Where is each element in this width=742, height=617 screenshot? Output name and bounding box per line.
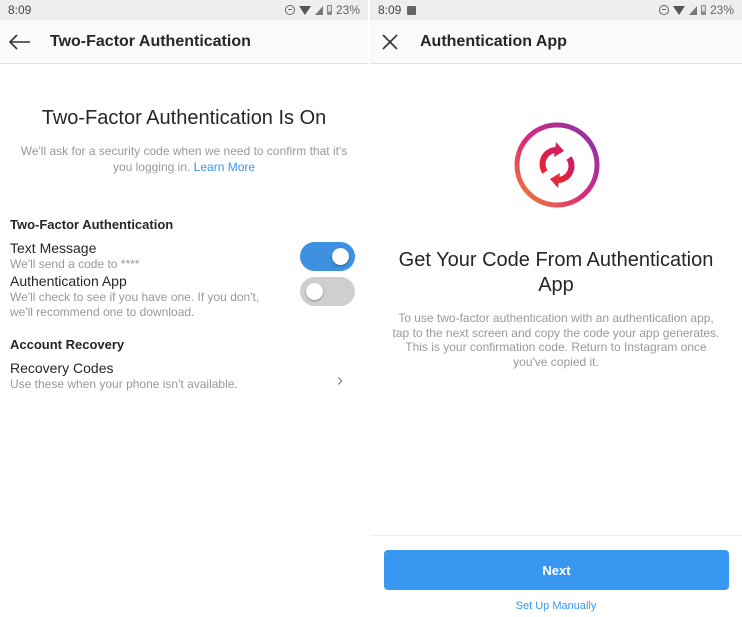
app-comparison: 8:09 23% Two-Factor Authentication Two-F… — [0, 0, 742, 617]
row-label: Recovery Codes — [10, 360, 114, 376]
wifi-icon — [672, 5, 685, 15]
instruction-headline: Get Your Code From Authentication App — [398, 249, 714, 296]
wifi-icon — [298, 5, 311, 15]
description-text: We'll ask for a security code when we ne… — [20, 144, 348, 174]
app-bar: Authentication App — [370, 20, 742, 64]
authentication-app-toggle[interactable] — [300, 277, 355, 306]
row-sub: We'll send a code to **** — [10, 257, 140, 271]
page-title: Two-Factor Authentication — [50, 32, 251, 50]
battery-icon — [326, 5, 332, 15]
battery-icon — [700, 5, 706, 15]
page-title: Authentication App — [420, 32, 567, 50]
text-message-toggle[interactable] — [300, 241, 355, 271]
close-button[interactable] — [370, 20, 410, 64]
signal-icon — [688, 5, 697, 15]
sync-icon — [514, 122, 600, 208]
learn-more-link[interactable]: Learn More — [194, 160, 255, 174]
two-factor-screen: 8:09 23% Two-Factor Authentication Two-F… — [0, 0, 368, 617]
row-label: Text Message — [10, 240, 97, 256]
chevron-right-icon[interactable]: › — [330, 370, 350, 391]
next-button[interactable]: Next — [384, 550, 729, 590]
bottom-divider — [370, 535, 742, 536]
do-not-disturb-icon — [658, 5, 669, 15]
recovery-codes-row[interactable]: Recovery Codes Use these when your phone… — [10, 360, 358, 392]
authentication-app-screen: 8:09 23% Authentication App Get Your Cod… — [370, 0, 742, 617]
status-headline: Two-Factor Authentication Is On — [41, 107, 327, 129]
authentication-app-row[interactable]: Authentication App We'll check to see if… — [10, 273, 358, 320]
battery-percent: 23% — [335, 3, 360, 17]
section-title: Two-Factor Authentication — [10, 217, 174, 232]
do-not-disturb-icon — [284, 5, 295, 15]
image-notification-icon — [407, 5, 417, 15]
instruction-description: To use two-factor authentication with an… — [392, 311, 720, 369]
text-message-row[interactable]: Text Message We'll send a code to **** — [10, 240, 358, 272]
section-title: Account Recovery — [10, 337, 125, 352]
signal-icon — [314, 5, 323, 15]
close-icon — [382, 33, 398, 50]
app-bar: Two-Factor Authentication — [0, 20, 368, 64]
row-sub: Use these when your phone isn't availabl… — [10, 377, 238, 391]
status-bar: 8:09 23% — [0, 0, 368, 20]
two-factor-section: Two-Factor Authentication Text Message W… — [0, 217, 368, 320]
set-up-manually-link[interactable]: Set Up Manually — [370, 600, 742, 612]
status-bar: 8:09 23% — [370, 0, 742, 20]
row-sub: We'll check to see if you have one. If y… — [10, 290, 260, 319]
back-button[interactable] — [0, 20, 40, 64]
status-description: We'll ask for a security code when we ne… — [12, 143, 357, 175]
battery-percent: 23% — [709, 3, 734, 17]
account-recovery-section: Account Recovery Recovery Codes Use thes… — [0, 337, 368, 392]
row-label: Authentication App — [10, 273, 127, 289]
arrow-left-icon — [9, 33, 30, 50]
status-time: 8:09 — [8, 3, 32, 17]
status-time: 8:09 — [378, 3, 402, 17]
